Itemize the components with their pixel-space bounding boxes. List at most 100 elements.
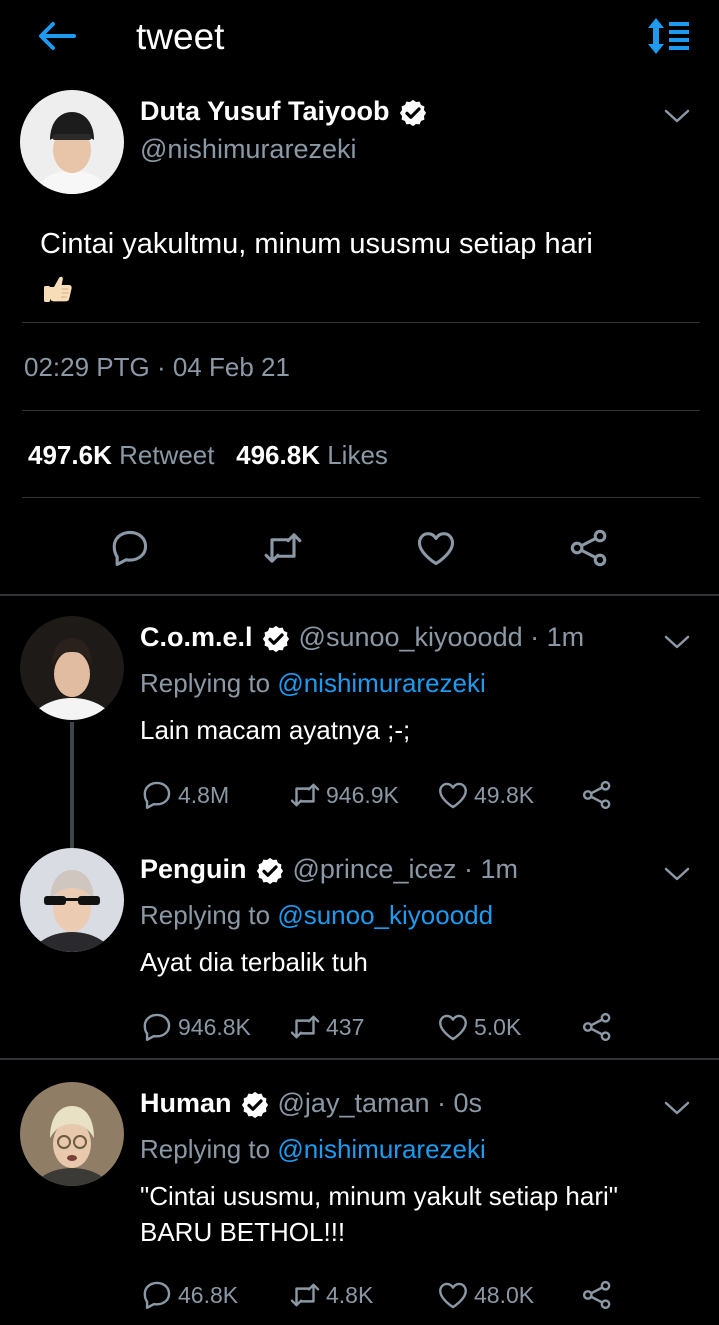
chevron-down-icon[interactable] (662, 106, 692, 126)
reply-action[interactable]: 4.8M (140, 778, 229, 812)
chevron-down-icon[interactable] (662, 1098, 692, 1118)
sort-icon[interactable] (644, 16, 692, 56)
author-handle[interactable]: @nishimurarezeki (140, 134, 356, 165)
section-divider (0, 1058, 719, 1060)
top-bar: tweet (0, 0, 719, 80)
tweet-text: Cintai yakultmu, minum ususmu setiap har… (40, 222, 700, 310)
reply-count: 4.8M (178, 781, 230, 808)
reply-handle: @prince_icez · 1m (293, 854, 519, 884)
replying-to: Replying to @nishimurarezeki (140, 1134, 486, 1165)
thumbs-up-emoji (44, 277, 72, 303)
retweet-action[interactable]: 4.8K (288, 1278, 373, 1312)
reply-handle: @jay_taman · 0s (278, 1088, 483, 1118)
reply-action[interactable]: 946.8K (140, 1010, 251, 1044)
retweet-label: Retweet (119, 440, 215, 470)
like-stat[interactable]: 496.8K Likes (236, 440, 388, 470)
reply-author[interactable]: Penguin @prince_icez · 1m (140, 854, 518, 886)
retweet-icon[interactable] (261, 526, 305, 570)
verified-icon (398, 98, 428, 128)
reply-author-name: Human (140, 1088, 232, 1118)
retweet-count: 437 (326, 1013, 365, 1040)
retweet-icon (288, 1278, 322, 1312)
retweet-action[interactable]: 946.9K (288, 778, 399, 812)
like-action[interactable]: 48.0K (436, 1278, 534, 1312)
like-label: Likes (327, 440, 388, 470)
replying-to-link[interactable]: @sunoo_kiyooodd (277, 900, 493, 930)
section-divider (0, 594, 719, 596)
retweet-icon (288, 1010, 322, 1044)
share-icon[interactable] (567, 526, 611, 570)
reply-author-name: Penguin (140, 854, 247, 884)
back-arrow-icon[interactable] (36, 20, 78, 52)
reply-count: 46.8K (178, 1281, 239, 1308)
replying-to: Replying to @nishimurarezeki (140, 668, 486, 699)
tweet-stats: 497.6K Retweet 496.8K Likes (28, 440, 388, 471)
tweet-timestamp[interactable]: 02:29 PTG · 04 Feb 21 (24, 352, 290, 383)
reply-time: · 1m (530, 622, 585, 652)
share-icon (580, 1278, 614, 1312)
share-action[interactable] (580, 1010, 618, 1044)
divider (22, 497, 700, 498)
like-icon (436, 778, 470, 812)
avatar[interactable] (20, 616, 124, 720)
reply-action[interactable]: 46.8K (140, 1278, 238, 1312)
reply-count: 946.8K (178, 1013, 251, 1040)
avatar[interactable] (20, 90, 124, 194)
author-name-text: Duta Yusuf Taiyoob (140, 96, 390, 126)
thread-line (70, 722, 74, 848)
reply-author[interactable]: C.o.m.e.l @sunoo_kiyooodd · 1m (140, 622, 584, 654)
reply-text-line: "Cintai ususmu, minum yakult setiap hari… (140, 1181, 618, 1211)
reply-author[interactable]: Human @jay_taman · 0s (140, 1088, 482, 1120)
retweet-count: 497.6K (28, 440, 112, 470)
reply-handle: @sunoo_kiyooodd · 1m (299, 622, 585, 652)
like-icon[interactable] (414, 526, 458, 570)
replying-to-link[interactable]: @nishimurarezeki (277, 668, 485, 698)
replying-label: Replying to (140, 668, 271, 698)
author-name[interactable]: Duta Yusuf Taiyoob (140, 96, 436, 128)
reply-time: · 0s (437, 1088, 483, 1118)
retweet-stat[interactable]: 497.6K Retweet (28, 440, 214, 470)
like-action[interactable]: 5.0K (436, 1010, 521, 1044)
avatar[interactable] (20, 848, 124, 952)
chevron-down-icon[interactable] (662, 864, 692, 884)
reply-text-line: BARU BETHOL!!! (140, 1217, 346, 1247)
replying-to-link[interactable]: @nishimurarezeki (277, 1134, 485, 1164)
reply-icon[interactable] (108, 526, 152, 570)
reply-icon (140, 778, 174, 812)
tweet-text-line: Cintai yakultmu, minum ususmu setiap har… (40, 228, 593, 260)
replying-to: Replying to @sunoo_kiyooodd (140, 900, 493, 931)
page-title: tweet (136, 16, 225, 57)
reply-icon (140, 1010, 174, 1044)
reply-author-name: C.o.m.e.l (140, 622, 253, 652)
share-icon (580, 778, 614, 812)
reply-icon (140, 1278, 174, 1312)
reply-text: Lain macam ayatnya ;-; (140, 715, 411, 745)
replying-label: Replying to (140, 900, 271, 930)
like-action[interactable]: 49.8K (436, 778, 534, 812)
reply-text: Ayat dia terbalik tuh (140, 947, 368, 977)
reply-text: "Cintai ususmu, minum yakult setiap hari… (140, 1178, 700, 1250)
verified-icon (255, 856, 285, 886)
like-count: 5.0K (474, 1013, 522, 1040)
avatar[interactable] (20, 1082, 124, 1186)
like-icon (436, 1010, 470, 1044)
retweet-icon (288, 778, 322, 812)
verified-icon (240, 1090, 270, 1120)
reply-handle-text: @prince_icez (292, 854, 457, 884)
retweet-action[interactable]: 437 (288, 1010, 364, 1044)
share-action[interactable] (580, 1278, 618, 1312)
share-action[interactable] (580, 778, 618, 812)
replying-label: Replying to (140, 1134, 271, 1164)
like-count: 496.8K (236, 440, 320, 470)
divider (22, 410, 700, 411)
share-icon (580, 1010, 614, 1044)
divider (22, 322, 700, 323)
verified-icon (261, 624, 291, 654)
like-icon (436, 1278, 470, 1312)
retweet-count: 4.8K (326, 1281, 374, 1308)
reply-handle-text: @jay_taman (277, 1088, 430, 1118)
like-count: 48.0K (474, 1281, 535, 1308)
retweet-count: 946.9K (326, 781, 399, 808)
reply-time: · 1m (464, 854, 518, 884)
chevron-down-icon[interactable] (662, 632, 692, 652)
